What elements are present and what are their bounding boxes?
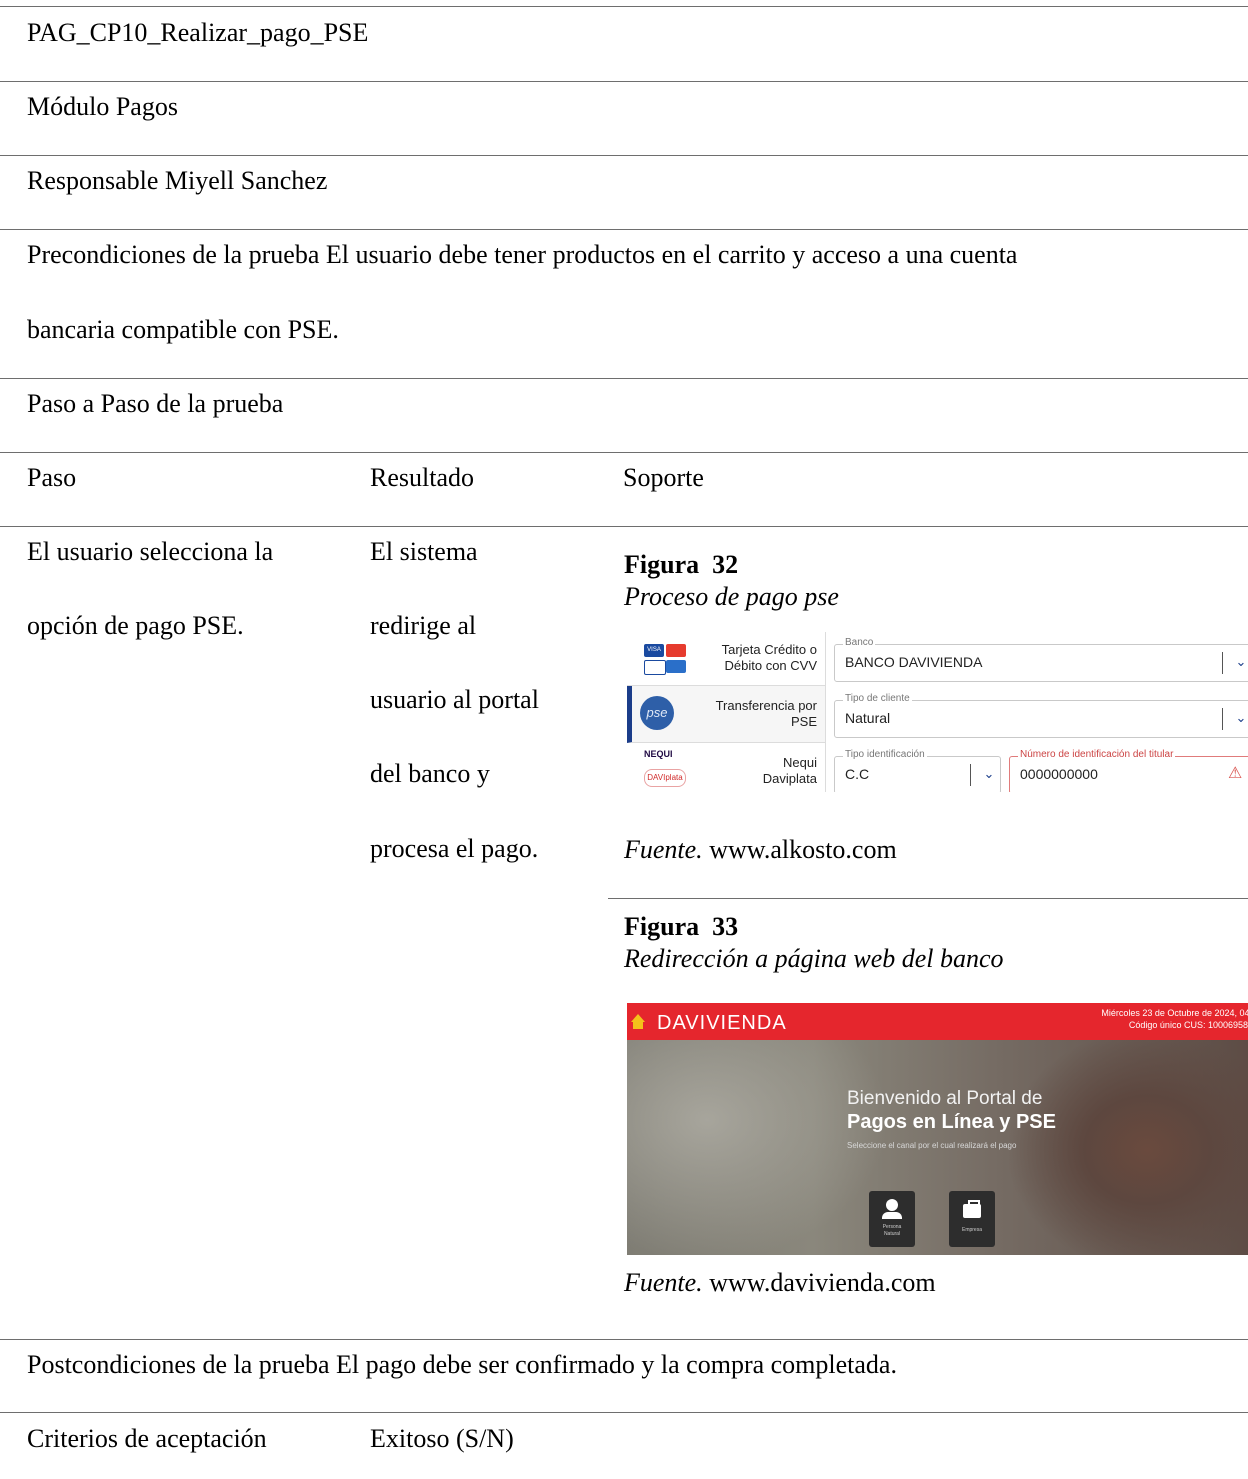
column-result: Resultado <box>370 463 474 492</box>
figure32-number: Figura 32 <box>624 550 739 579</box>
rule <box>0 1339 1248 1340</box>
person-icon <box>886 1199 898 1211</box>
figure32-source: Fuente. www.alkosto.com <box>624 835 897 864</box>
client-type-value: Natural <box>845 710 891 726</box>
diners-logo <box>644 660 666 675</box>
date-line: Miércoles 23 de Octubre de 2024, 04:49 P… <box>1101 1008 1248 1018</box>
acceptance-label: Criterios de aceptación <box>27 1424 267 1453</box>
separator <box>1222 652 1223 674</box>
figure33-source: Fuente. www.davivienda.com <box>624 1268 936 1297</box>
responsible: Responsable Miyell Sanchez <box>27 166 328 195</box>
nequi-logo: NEQUI <box>644 749 673 759</box>
id-number-input[interactable]: Número de identificación del titular 000… <box>1009 749 1248 792</box>
daviplata-logo: DAVIplata <box>644 769 686 787</box>
figure32-screenshot: VISA Tarjeta Crédito o Débito con CVV ps… <box>627 632 1248 792</box>
bank-select[interactable]: Banco BANCO DAVIVIENDA ⌄ <box>834 637 1248 682</box>
id-number-label: Número de identificación del titular <box>1018 749 1176 761</box>
figure-divider <box>608 898 1248 899</box>
client-type-label: Tipo de cliente <box>843 693 912 705</box>
welcome-line2: Pagos en Línea y PSE <box>847 1111 1056 1133</box>
step-text: opción de pago PSE. <box>27 611 244 640</box>
rule <box>0 229 1248 230</box>
preconditions-line2: bancaria compatible con PSE. <box>27 315 339 344</box>
module: Módulo Pagos <box>27 92 178 121</box>
company-button[interactable]: Empresa <box>949 1191 995 1247</box>
bank-label: Banco <box>843 637 876 649</box>
preconditions-line1: Precondiciones de la prueba El usuario d… <box>27 240 1018 269</box>
figure32-title: Proceso de pago pse <box>624 582 839 611</box>
id-number-value[interactable]: 0000000000 <box>1020 766 1098 782</box>
rule <box>0 1412 1248 1413</box>
client-type-select[interactable]: Tipo de cliente Natural ⌄ <box>834 693 1248 738</box>
figure33-screenshot: DAVIVIENDA Miércoles 23 de Octubre de 20… <box>627 1003 1248 1255</box>
briefcase-icon <box>963 1204 981 1218</box>
payment-method-label: Tarjeta Crédito o Débito con CVV <box>721 642 817 673</box>
briefcase-handle <box>968 1200 980 1206</box>
bank-value: BANCO DAVIVIENDA <box>845 654 983 670</box>
pse-logo: pse <box>640 696 674 730</box>
case-id: PAG_CP10_Realizar_pago_PSE <box>27 18 369 47</box>
davivienda-header: DAVIVIENDA Miércoles 23 de Octubre de 20… <box>627 1003 1248 1040</box>
person-button-label: Persona Natural <box>882 1224 902 1237</box>
chevron-down-icon[interactable]: ⌄ <box>1230 707 1248 729</box>
brand-name: DAVIVIENDA <box>657 1012 787 1034</box>
result-text: usuario al portal <box>370 685 539 714</box>
amex-logo <box>666 660 686 673</box>
rule <box>0 378 1248 379</box>
rule <box>0 526 1248 527</box>
result-text: procesa el pago. <box>370 834 539 863</box>
result-text: del banco y <box>370 759 490 788</box>
column-step: Paso <box>27 463 77 492</box>
figure33-title: Redirección a página web del banco <box>624 944 1004 973</box>
house-logo-body <box>633 1022 643 1029</box>
company-button-label: Empresa <box>961 1227 982 1233</box>
rule <box>0 81 1248 82</box>
step-text: El usuario selecciona la <box>27 537 274 566</box>
payment-method-card[interactable]: VISA Tarjeta Crédito o Débito con CVV <box>627 632 826 686</box>
result-text: El sistema <box>370 537 478 566</box>
acceptance-value: Exitoso (S/N) <box>370 1424 514 1453</box>
rule <box>0 452 1248 453</box>
rule <box>0 155 1248 156</box>
chevron-down-icon[interactable]: ⌄ <box>978 763 1000 785</box>
person-button[interactable]: Persona Natural <box>869 1191 915 1247</box>
welcome-line3: Seleccione el canal por el cual realizar… <box>847 1141 1017 1150</box>
visa-logo: VISA <box>644 644 664 657</box>
payment-method-wallet[interactable]: NEQUI DAVIplata Nequi Daviplata <box>627 743 826 792</box>
column-support: Soporte <box>623 463 704 492</box>
separator <box>970 764 971 786</box>
payment-method-label: Transferencia por PSE <box>715 698 817 729</box>
welcome-line1: Bienvenido al Portal de <box>847 1088 1043 1109</box>
rule <box>0 6 1248 7</box>
postconditions: Postcondiciones de la prueba El pago deb… <box>27 1350 897 1379</box>
payment-method-label: Nequi Daviplata <box>762 755 817 786</box>
chevron-down-icon[interactable]: ⌄ <box>1230 651 1248 673</box>
id-type-label: Tipo identificación <box>843 749 927 761</box>
warning-icon: ⚠ <box>1228 765 1243 782</box>
cus-line: Código único CUS: 10006958 <box>1128 1020 1248 1030</box>
separator <box>1222 708 1223 730</box>
id-type-select[interactable]: Tipo identificación C.C ⌄ <box>834 749 1001 792</box>
person-icon-body <box>882 1212 902 1219</box>
house-logo-icon <box>631 1014 645 1022</box>
payment-method-pse[interactable]: pse Transferencia por PSE <box>627 686 826 743</box>
id-type-value: C.C <box>845 766 870 782</box>
mastercard-logo <box>666 644 686 657</box>
steps-heading: Paso a Paso de la prueba <box>27 389 284 418</box>
result-text: redirige al <box>370 611 477 640</box>
figure33-number: Figura 33 <box>624 912 739 941</box>
